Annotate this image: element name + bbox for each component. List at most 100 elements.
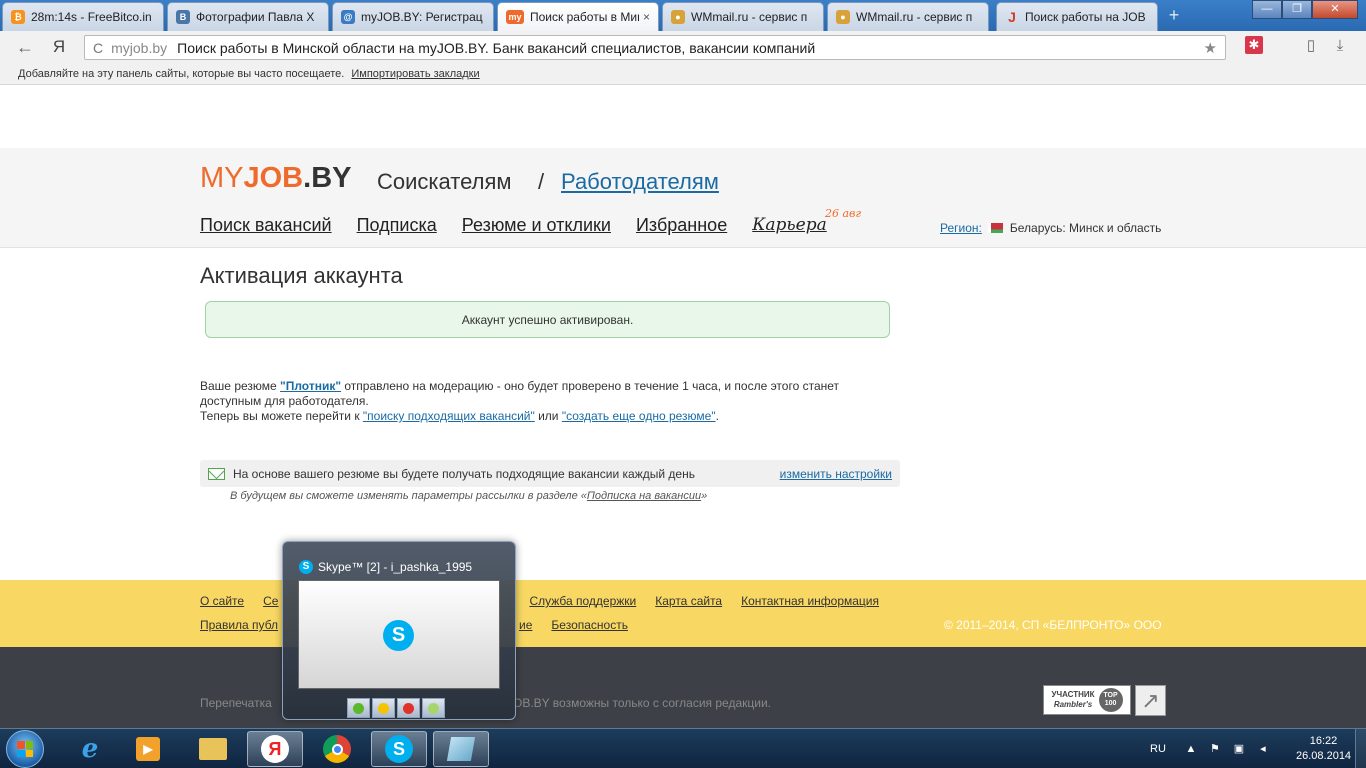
internet-explorer-icon[interactable]: e xyxy=(62,731,118,767)
chrome-icon[interactable] xyxy=(309,731,365,767)
volume-icon[interactable]: ◂ xyxy=(1256,742,1270,756)
clock-date: 26.08.2014 xyxy=(1296,750,1352,762)
footer-contacts[interactable]: Контактная информация xyxy=(741,594,879,608)
tab-wmmail-1[interactable]: ● WMmail.ru - сервис п xyxy=(662,2,824,31)
tab-myjob-registration[interactable]: @ myJOB.BY: Регистрац xyxy=(332,2,494,31)
tab-close-icon[interactable]: × xyxy=(643,10,650,24)
rambler-text: УЧАСТНИК xyxy=(1051,690,1095,699)
status-online-button[interactable] xyxy=(347,698,370,718)
nav-job-search[interactable]: Поиск вакансий xyxy=(200,215,332,236)
network-icon[interactable]: ▣ xyxy=(1232,742,1246,756)
bookmark-star-icon[interactable]: ★ xyxy=(1204,39,1217,57)
tab-label: Поиск работы на JOB xyxy=(1025,10,1146,24)
tab-label: 28m:14s - FreeBitco.in xyxy=(31,10,152,24)
system-tray: RU ▲ ⚑ ▣ ◂ xyxy=(1150,729,1280,768)
section-separator: / xyxy=(538,169,545,194)
url-title: Поиск работы в Минской области на myJOB.… xyxy=(177,39,816,56)
logo-job: JOB xyxy=(243,162,304,194)
footer-partial-link[interactable]: ие xyxy=(519,618,532,632)
resume-link[interactable]: "Плотник" xyxy=(280,379,341,393)
status-away-icon xyxy=(378,702,389,714)
show-hidden-icons-icon[interactable]: ▲ xyxy=(1184,742,1198,756)
download-icon[interactable]: ⤓ xyxy=(1330,36,1350,56)
search-vacancies-link[interactable]: "поиску подходящих вакансий" xyxy=(363,409,535,423)
back-button[interactable]: ← xyxy=(14,37,36,57)
msg-text: Ваше резюме xyxy=(200,379,281,393)
moderation-message: Ваше резюме "Плотник" отправлено на моде… xyxy=(200,379,880,424)
footer-support[interactable]: Служба поддержки xyxy=(529,594,636,608)
skype-preview-title: S Skype™ [2] - i_pashka_1995 xyxy=(299,560,472,574)
tab-vk-photos[interactable]: B Фотографии Павла Х xyxy=(167,2,329,31)
tab-wmmail-2[interactable]: ● WMmail.ru - сервис п xyxy=(827,2,989,31)
logo-my: MY xyxy=(200,162,244,194)
employers-link[interactable]: Работодателям xyxy=(561,169,719,195)
create-resume-link[interactable]: "создать еще одно резюме" xyxy=(562,409,716,423)
myjob-icon: my xyxy=(506,10,524,24)
skype-icon[interactable]: S xyxy=(371,731,427,767)
browser-toolbar: ← Я C myjob.by Поиск работы в Минской об… xyxy=(0,31,1366,63)
show-desktop-button[interactable] xyxy=(1355,729,1366,768)
start-button[interactable] xyxy=(6,730,44,768)
nav-career[interactable]: Карьера xyxy=(752,215,827,236)
tab-label: Фотографии Павла Х xyxy=(196,10,315,24)
footer-about[interactable]: О сайте xyxy=(200,594,244,608)
window-controls: — ❐ ✕ xyxy=(1252,0,1358,19)
tab-freebitco[interactable]: ₿ 28m:14s - FreeBitco.in xyxy=(2,2,164,31)
flag-warning-icon[interactable]: ⚑ xyxy=(1208,742,1222,756)
yandex-button[interactable]: Я xyxy=(48,37,70,57)
tab-myjob-search-active[interactable]: my Поиск работы в Мин × xyxy=(497,2,659,31)
wmmail-icon: ● xyxy=(671,10,685,24)
explorer-folder-icon[interactable] xyxy=(185,731,241,767)
minimize-button[interactable]: — xyxy=(1252,0,1282,19)
skype-window-title: Skype™ [2] - i_pashka_1995 xyxy=(318,560,473,574)
extension-icon[interactable]: ✱ xyxy=(1245,36,1263,54)
nav-resumes[interactable]: Резюме и отклики xyxy=(462,215,611,236)
belarus-flag-icon xyxy=(987,223,1003,233)
footer-partial-link[interactable]: Се xyxy=(263,594,278,608)
system-clock[interactable]: 16:22 26.08.2014 xyxy=(1296,734,1351,764)
msg-text: Теперь вы можете перейти к xyxy=(200,409,363,423)
skype-icon: S xyxy=(299,560,313,574)
reprint-notice: Перепечатка OB.BY возможны только с согл… xyxy=(200,696,771,710)
skype-window-thumbnail[interactable]: S xyxy=(298,580,500,689)
subscription-link[interactable]: Подписка на вакансии xyxy=(587,490,701,502)
arrow-logo-icon[interactable]: ↗ xyxy=(1135,685,1166,716)
career-date: 26 авг xyxy=(825,207,862,220)
tab-job-search[interactable]: J Поиск работы на JOB xyxy=(996,2,1158,31)
rambler-top100-badge[interactable]: УЧАСТНИК Rambler's TOP 100 xyxy=(1043,685,1131,715)
footer-security[interactable]: Безопасность xyxy=(551,618,628,632)
webmoney-icon: @ xyxy=(341,10,355,24)
status-away-button[interactable] xyxy=(372,698,395,718)
seekers-section: Соискателям xyxy=(377,169,512,194)
job-icon: J xyxy=(1008,9,1016,25)
status-invisible-button[interactable] xyxy=(422,698,445,718)
skype-logo-icon: S xyxy=(383,620,414,651)
yandex-browser-icon[interactable]: Я xyxy=(247,731,303,767)
page-icon[interactable]: ▯ xyxy=(1301,36,1321,56)
url-host: myjob.by xyxy=(111,39,168,56)
myjob-logo[interactable]: MYJOB.BY xyxy=(200,162,351,195)
status-dnd-button[interactable] xyxy=(397,698,420,718)
address-bar[interactable]: C myjob.by Поиск работы в Минской област… xyxy=(84,35,1226,60)
notepad-icon[interactable] xyxy=(433,731,489,767)
windows-logo-icon xyxy=(17,741,33,757)
language-indicator[interactable]: RU xyxy=(1150,743,1166,755)
skype-thumbnail-preview[interactable]: S Skype™ [2] - i_pashka_1995 S xyxy=(282,541,516,720)
clock-time: 16:22 xyxy=(1309,735,1338,747)
change-settings-link[interactable]: изменить настройки xyxy=(780,467,892,481)
wmmail-icon: ● xyxy=(836,10,850,24)
footer-rules[interactable]: Правила публ xyxy=(200,618,278,632)
nav-favorites[interactable]: Избранное xyxy=(636,215,727,236)
nav-subscription[interactable]: Подписка xyxy=(357,215,437,236)
import-bookmarks-link[interactable]: Импортировать закладки xyxy=(351,68,479,80)
new-tab-button[interactable]: + xyxy=(1163,6,1185,26)
reload-icon[interactable]: C xyxy=(93,40,103,56)
region-link[interactable]: Регион: xyxy=(940,221,982,235)
maximize-button[interactable]: ❐ xyxy=(1282,0,1312,19)
top100-icon: TOP 100 xyxy=(1098,688,1123,712)
media-player-icon[interactable]: ▶ xyxy=(120,731,176,767)
close-button[interactable]: ✕ xyxy=(1312,0,1358,19)
note-text: В будущем вы сможете изменять параметры … xyxy=(230,490,587,502)
footer-sitemap[interactable]: Карта сайта xyxy=(655,594,722,608)
site-header: MYJOB.BY Соискателям / Работодателям Пои… xyxy=(0,148,1366,248)
